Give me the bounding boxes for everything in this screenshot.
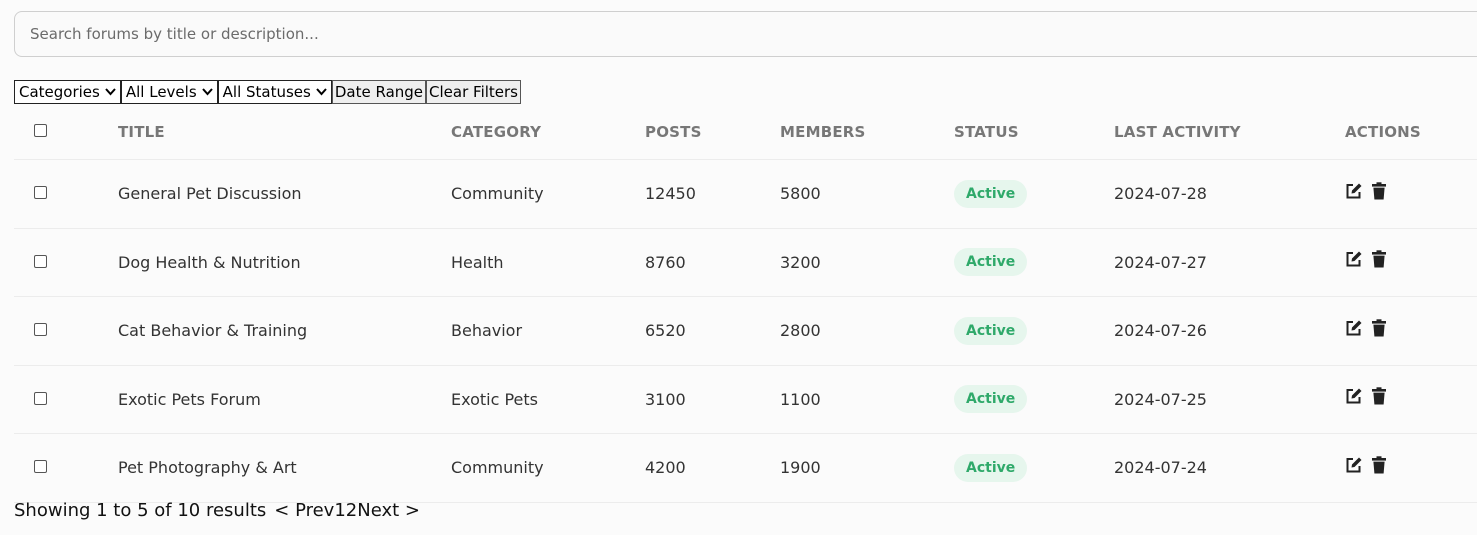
status-badge: Active bbox=[954, 316, 1028, 345]
header-posts[interactable]: POSTS bbox=[645, 123, 780, 141]
clear-filters-button[interactable]: Clear Filters bbox=[426, 80, 521, 104]
edit-icon[interactable] bbox=[1345, 319, 1363, 337]
chevron-down-icon bbox=[105, 86, 116, 99]
header-title[interactable]: TITLE bbox=[118, 123, 451, 141]
header-category[interactable]: CATEGORY bbox=[451, 123, 645, 141]
row-checkbox[interactable] bbox=[34, 254, 47, 268]
statuses-select[interactable]: All Statuses bbox=[217, 80, 332, 104]
table-row: Exotic Pets Forum Exotic Pets 3100 1100 … bbox=[14, 366, 1477, 434]
trash-icon[interactable] bbox=[1371, 182, 1387, 200]
forum-posts: 8760 bbox=[645, 252, 686, 272]
status-badge: Active bbox=[954, 385, 1028, 414]
row-checkbox[interactable] bbox=[34, 460, 47, 474]
row-checkbox[interactable] bbox=[34, 323, 47, 337]
forum-posts: 6520 bbox=[645, 321, 686, 341]
table-row: Cat Behavior & Training Behavior 6520 28… bbox=[14, 297, 1477, 366]
forum-category: Community bbox=[451, 184, 544, 204]
levels-select[interactable]: All Levels bbox=[120, 80, 218, 104]
trash-icon[interactable] bbox=[1371, 456, 1387, 474]
forum-category: Exotic Pets bbox=[451, 389, 539, 409]
forum-category: Health bbox=[451, 252, 504, 272]
forum-members: 1100 bbox=[780, 389, 821, 409]
results-summary: Showing 1 to 5 of 10 results bbox=[14, 500, 267, 521]
header-actions: ACTIONS bbox=[1345, 122, 1421, 141]
forum-title[interactable]: Exotic Pets Forum bbox=[118, 390, 451, 409]
forum-title[interactable]: General Pet Discussion bbox=[118, 184, 451, 203]
search-input[interactable] bbox=[15, 12, 1477, 56]
page-2-link[interactable]: 2 bbox=[346, 500, 357, 521]
row-checkbox[interactable] bbox=[34, 186, 47, 200]
statuses-select-label: All Statuses bbox=[222, 83, 311, 101]
edit-icon[interactable] bbox=[1345, 182, 1363, 200]
pagination: < Prev 1 2 Next > bbox=[274, 500, 420, 521]
chevron-down-icon bbox=[316, 86, 327, 99]
forum-last-activity: 2024-07-26 bbox=[1114, 321, 1207, 341]
header-last-activity[interactable]: LAST ACTIVITY bbox=[1114, 123, 1345, 141]
pagination-footer: Showing 1 to 5 of 10 results < Prev 1 2 … bbox=[14, 500, 420, 521]
table-header: TITLE CATEGORY POSTS MEMBERS STATUS LAST… bbox=[14, 104, 1477, 160]
forum-members: 1900 bbox=[780, 458, 821, 478]
forum-last-activity: 2024-07-28 bbox=[1114, 184, 1207, 204]
date-range-button[interactable]: Date Range bbox=[331, 80, 427, 104]
page-1-link[interactable]: 1 bbox=[334, 500, 345, 521]
select-all-checkbox[interactable] bbox=[34, 123, 47, 137]
trash-icon[interactable] bbox=[1371, 387, 1387, 405]
next-page-link[interactable]: Next > bbox=[357, 500, 420, 521]
forum-category: Behavior bbox=[451, 321, 523, 341]
forum-category: Community bbox=[451, 458, 544, 478]
forum-posts: 3100 bbox=[645, 389, 686, 409]
row-checkbox[interactable] bbox=[34, 391, 47, 405]
forums-table: TITLE CATEGORY POSTS MEMBERS STATUS LAST… bbox=[14, 104, 1477, 503]
status-badge: Active bbox=[954, 179, 1028, 208]
trash-icon[interactable] bbox=[1371, 319, 1387, 337]
forum-members: 3200 bbox=[780, 252, 821, 272]
prev-page-link[interactable]: < Prev bbox=[274, 500, 334, 521]
table-row: Dog Health & Nutrition Health 8760 3200 … bbox=[14, 229, 1477, 297]
forum-title[interactable]: Cat Behavior & Training bbox=[118, 321, 451, 340]
table-row: Pet Photography & Art Community 4200 190… bbox=[14, 434, 1477, 503]
forum-posts: 12450 bbox=[645, 184, 696, 204]
forum-members: 2800 bbox=[780, 321, 821, 341]
forum-last-activity: 2024-07-27 bbox=[1114, 252, 1207, 272]
forum-title[interactable]: Pet Photography & Art bbox=[118, 458, 451, 477]
categories-select-label: Categories bbox=[19, 83, 100, 101]
forum-last-activity: 2024-07-25 bbox=[1114, 389, 1207, 409]
forum-last-activity: 2024-07-24 bbox=[1114, 458, 1207, 478]
filter-bar: Categories All Levels All Statuses Date … bbox=[14, 80, 521, 104]
edit-icon[interactable] bbox=[1345, 250, 1363, 268]
table-row: General Pet Discussion Community 12450 5… bbox=[14, 160, 1477, 229]
search-box[interactable] bbox=[14, 11, 1477, 57]
levels-select-label: All Levels bbox=[125, 83, 197, 101]
header-status[interactable]: STATUS bbox=[954, 123, 1114, 141]
categories-select[interactable]: Categories bbox=[14, 80, 121, 104]
edit-icon[interactable] bbox=[1345, 456, 1363, 474]
forum-posts: 4200 bbox=[645, 458, 686, 478]
trash-icon[interactable] bbox=[1371, 250, 1387, 268]
forum-title[interactable]: Dog Health & Nutrition bbox=[118, 253, 451, 272]
status-badge: Active bbox=[954, 453, 1028, 482]
chevron-down-icon bbox=[201, 86, 213, 99]
header-members[interactable]: MEMBERS bbox=[780, 123, 954, 141]
status-badge: Active bbox=[954, 248, 1028, 277]
forum-members: 5800 bbox=[780, 184, 821, 204]
edit-icon[interactable] bbox=[1345, 387, 1363, 405]
